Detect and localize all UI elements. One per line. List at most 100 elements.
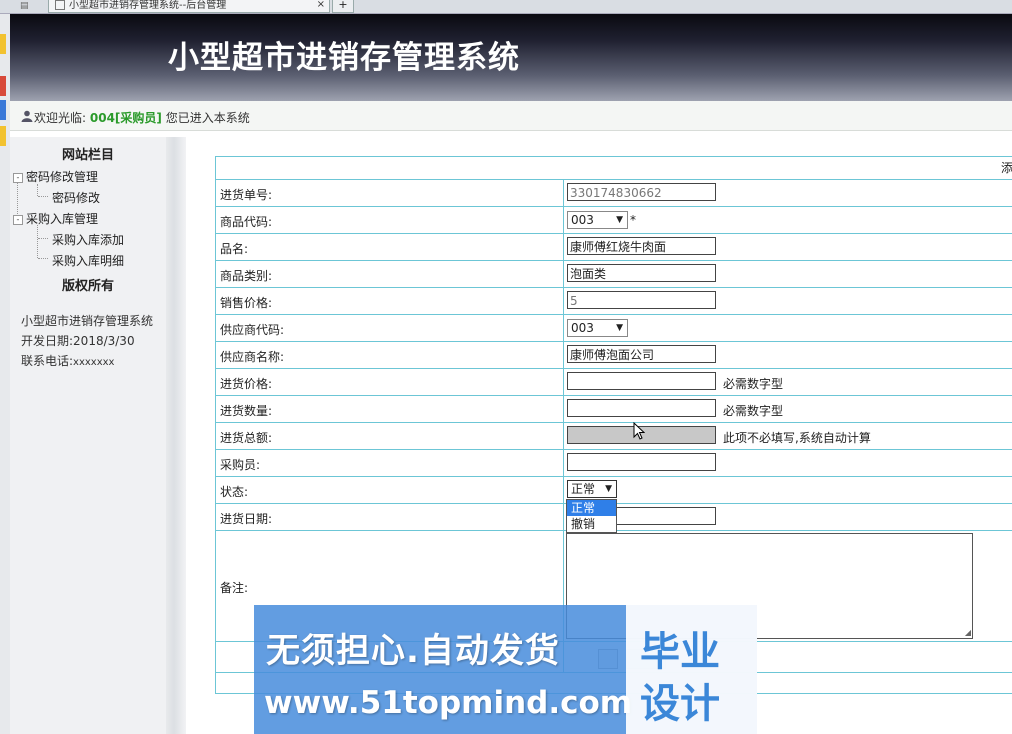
form-row-supplier-name: 供应商名称: 康师傅泡面公司 <box>215 342 1012 369</box>
product-code-value: 003 <box>571 213 594 227</box>
watermark-badge-line1: 毕业 <box>640 629 720 675</box>
browser-tab-strip: ▤ 小型超市进销存管理系统--后台管理 × + <box>0 0 1012 14</box>
field-label: 销售价格: <box>220 296 273 310</box>
form-row-supplier-code: 供应商代码: 003 ▼ <box>215 315 1012 342</box>
dev-date-label: 开发日期: <box>21 334 74 348</box>
supplier-name-field[interactable]: 康师傅泡面公司 <box>567 345 716 363</box>
tree-connector <box>38 196 48 197</box>
purchase-price-field[interactable] <box>567 372 716 390</box>
side-app-icon[interactable] <box>0 126 6 146</box>
buyer-field[interactable] <box>567 453 716 471</box>
field-label: 采购员: <box>220 458 261 472</box>
sidebar-group-password[interactable]: - 密码修改管理 <box>13 168 98 185</box>
field-label: 备注: <box>220 581 249 595</box>
watermark-badge: 毕业 设计 <box>626 605 757 734</box>
tab-list-icon[interactable]: ▤ <box>20 1 29 11</box>
status-option[interactable]: 撤销 <box>567 516 616 532</box>
field-label: 商品代码: <box>220 215 273 229</box>
cell-divider <box>563 207 564 233</box>
dev-date-value: 2018/3/30 <box>73 334 135 348</box>
cell-divider <box>563 504 564 530</box>
field-label: 供应商代码: <box>220 323 285 337</box>
tab-close-icon[interactable]: × <box>317 0 325 10</box>
cell-divider <box>563 180 564 206</box>
collapse-toggle-icon[interactable]: - <box>13 172 23 183</box>
dev-date-info: 开发日期:2018/3/30 <box>21 332 135 349</box>
sidebar-group-purchase[interactable]: - 采购入库管理 <box>13 210 98 227</box>
chevron-down-icon: ▼ <box>616 323 623 333</box>
sidebar-item-purchase-detail[interactable]: 采购入库明细 <box>52 252 124 269</box>
browser-tab[interactable]: 小型超市进销存管理系统--后台管理 × <box>48 0 330 13</box>
status-option[interactable]: 正常 <box>567 500 616 516</box>
sidebar-item-purchase-add[interactable]: 采购入库添加 <box>52 231 124 248</box>
phone-label: 联系电话: <box>21 354 74 368</box>
status-dropdown[interactable]: 正常 撤销 <box>566 499 617 533</box>
sale-price-field[interactable]: 5 <box>567 291 716 309</box>
page-favicon-icon <box>55 0 65 10</box>
tree-connector <box>38 238 48 239</box>
product-name-field[interactable]: 康师傅红烧牛肉面 <box>567 237 716 255</box>
browser-side-strip <box>0 14 10 734</box>
field-label: 商品类别: <box>220 269 273 283</box>
form-row-order-no: 进货单号: 330174830662 <box>215 180 1012 207</box>
page-header: 小型超市进销存管理系统 <box>10 14 1012 101</box>
browser-tab-title: 小型超市进销存管理系统--后台管理 <box>69 0 227 11</box>
status-select[interactable]: 正常 ▼ <box>567 480 617 498</box>
supplier-code-select[interactable]: 003 ▼ <box>567 319 628 337</box>
cell-divider <box>563 315 564 341</box>
required-mark: * <box>630 213 636 227</box>
system-name-info: 小型超市进销存管理系统 <box>21 314 154 328</box>
welcome-text: 欢迎光临: 004[采购员] 您已进入本系统 <box>34 109 250 126</box>
cell-divider <box>563 342 564 368</box>
copyright-heading: 版权所有 <box>61 279 114 294</box>
chevron-down-icon: ▼ <box>616 215 623 225</box>
category-field[interactable]: 泡面类 <box>567 264 716 282</box>
current-user: 004[采购员] <box>89 111 162 125</box>
product-code-select[interactable]: 003 ▼ <box>567 211 628 229</box>
side-app-icon[interactable] <box>0 76 6 96</box>
field-label: 进货数量: <box>220 404 273 418</box>
watermark-text: 无须担心.自动发货 <box>266 631 560 671</box>
cell-divider <box>563 369 564 395</box>
form-row-purchase-price: 进货价格: 必需数字型 <box>215 369 1012 396</box>
tree-connector <box>37 225 38 258</box>
cell-divider <box>563 423 564 449</box>
cell-divider <box>563 288 564 314</box>
user-icon <box>21 110 33 122</box>
welcome-prefix: 欢迎光临: <box>34 111 87 125</box>
field-label: 进货单号: <box>220 188 273 202</box>
sidebar: 网站栏目 - 密码修改管理 密码修改 - 采购入库管理 采购入库添加 采购入库明细 … <box>10 137 166 734</box>
field-hint: 此项不必填写,系统自动计算 <box>723 431 871 445</box>
sidebar-group-label[interactable]: 密码修改管理 <box>26 170 98 184</box>
welcome-bar: 欢迎光临: 004[采购员] 您已进入本系统 <box>10 101 1012 131</box>
sidebar-item-password-change[interactable]: 密码修改 <box>52 189 100 206</box>
side-app-icon[interactable] <box>0 100 6 120</box>
field-label: 进货总额: <box>220 431 273 445</box>
form-row-buyer: 采购员: <box>215 450 1012 477</box>
field-label: 供应商名称: <box>220 350 285 364</box>
quantity-field[interactable] <box>567 399 716 417</box>
collapse-toggle-icon[interactable]: - <box>13 214 23 225</box>
field-label: 进货日期: <box>220 512 273 526</box>
status-value: 正常 <box>571 482 596 496</box>
cell-divider <box>563 396 564 422</box>
cell-divider <box>563 477 564 503</box>
field-label: 状态: <box>220 485 249 499</box>
frame-divider[interactable] <box>166 137 186 734</box>
watermark-badge-line2: 设计 <box>640 681 720 727</box>
order-no-field[interactable]: 330174830662 <box>567 183 716 201</box>
watermark-banner: 无须担心.自动发货 www.51topmind.com 毕业 设计 <box>254 605 757 734</box>
field-hint: 必需数字型 <box>723 404 784 418</box>
field-label: 进货价格: <box>220 377 273 391</box>
tree-connector <box>37 184 38 196</box>
new-tab-button[interactable]: + <box>332 0 354 13</box>
resize-grip-icon[interactable]: ◢ <box>965 628 971 637</box>
system-title: 小型超市进销存管理系统 <box>168 40 520 76</box>
supplier-code-value: 003 <box>571 321 594 335</box>
field-hint: 必需数字型 <box>723 377 784 391</box>
side-app-icon[interactable] <box>0 34 6 54</box>
watermark-url: www.51topmind.com <box>264 685 633 721</box>
sidebar-group-label[interactable]: 采购入库管理 <box>26 212 98 226</box>
purchase-form-table: 添 进货单号: 330174830662 商品代码: 003 ▼ * 品名: 康师… <box>215 156 1012 694</box>
form-row-total: 进货总额: 此项不必填写,系统自动计算 <box>215 423 1012 450</box>
